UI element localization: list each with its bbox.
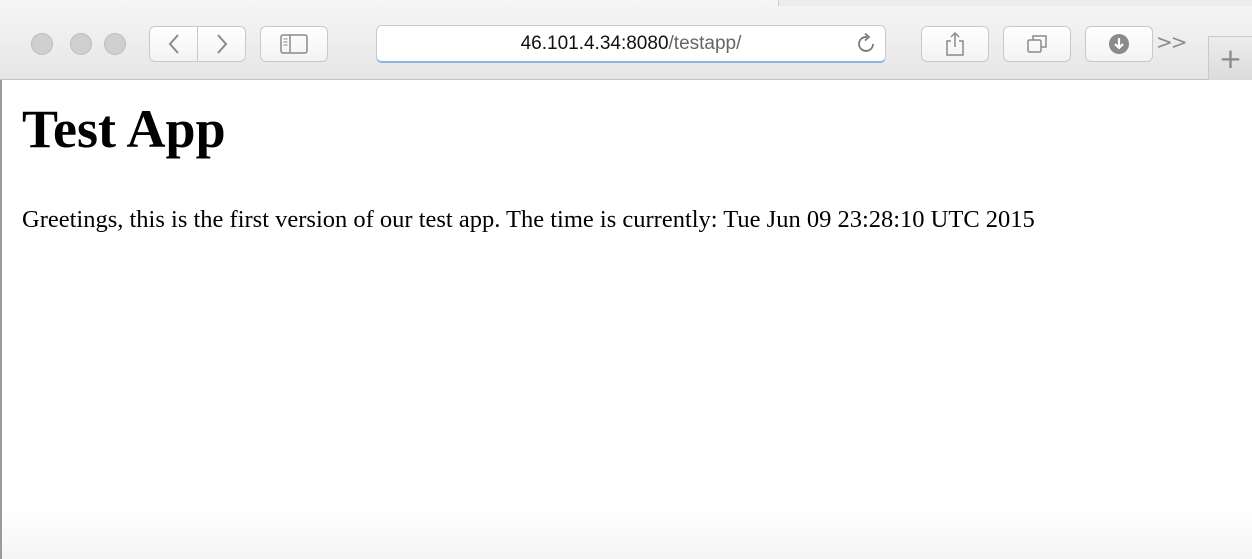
browser-window: 46.101.4.34:8080/testapp/ >> + Test App … (0, 0, 1252, 559)
address-host: 46.101.4.34:8080 (520, 32, 669, 54)
tabs-overview-icon (1027, 35, 1047, 53)
forward-button[interactable] (197, 27, 245, 61)
toolbar-overflow-button[interactable]: >> (1156, 30, 1187, 54)
close-window-button[interactable] (31, 33, 53, 55)
sidebar-button[interactable] (260, 26, 328, 62)
navigation-buttons (149, 26, 246, 62)
zoom-window-button[interactable] (104, 33, 126, 55)
greeting-message: Greetings, this is the first version of … (22, 206, 1035, 233)
address-path: /testapp/ (668, 32, 742, 54)
page-content: Test App Greetings, this is the first ve… (0, 80, 1252, 559)
back-icon (168, 34, 179, 54)
sidebar-icon (280, 34, 308, 54)
download-icon (1109, 34, 1129, 54)
share-button[interactable] (921, 26, 989, 62)
reload-button[interactable] (855, 30, 879, 56)
back-button[interactable] (150, 27, 197, 61)
tabs-overview-button[interactable] (1003, 26, 1071, 62)
reload-icon (858, 32, 874, 52)
address-bar[interactable]: 46.101.4.34:8080/testapp/ (376, 25, 886, 63)
page-title: Test App (22, 99, 226, 159)
downloads-button[interactable] (1085, 26, 1153, 62)
browser-toolbar: 46.101.4.34:8080/testapp/ >> + (0, 0, 1252, 80)
background-tab-strip (778, 0, 1252, 6)
new-tab-button[interactable]: + (1208, 36, 1252, 80)
forward-icon (216, 34, 227, 54)
share-icon (946, 31, 964, 56)
minimize-window-button[interactable] (70, 33, 92, 55)
